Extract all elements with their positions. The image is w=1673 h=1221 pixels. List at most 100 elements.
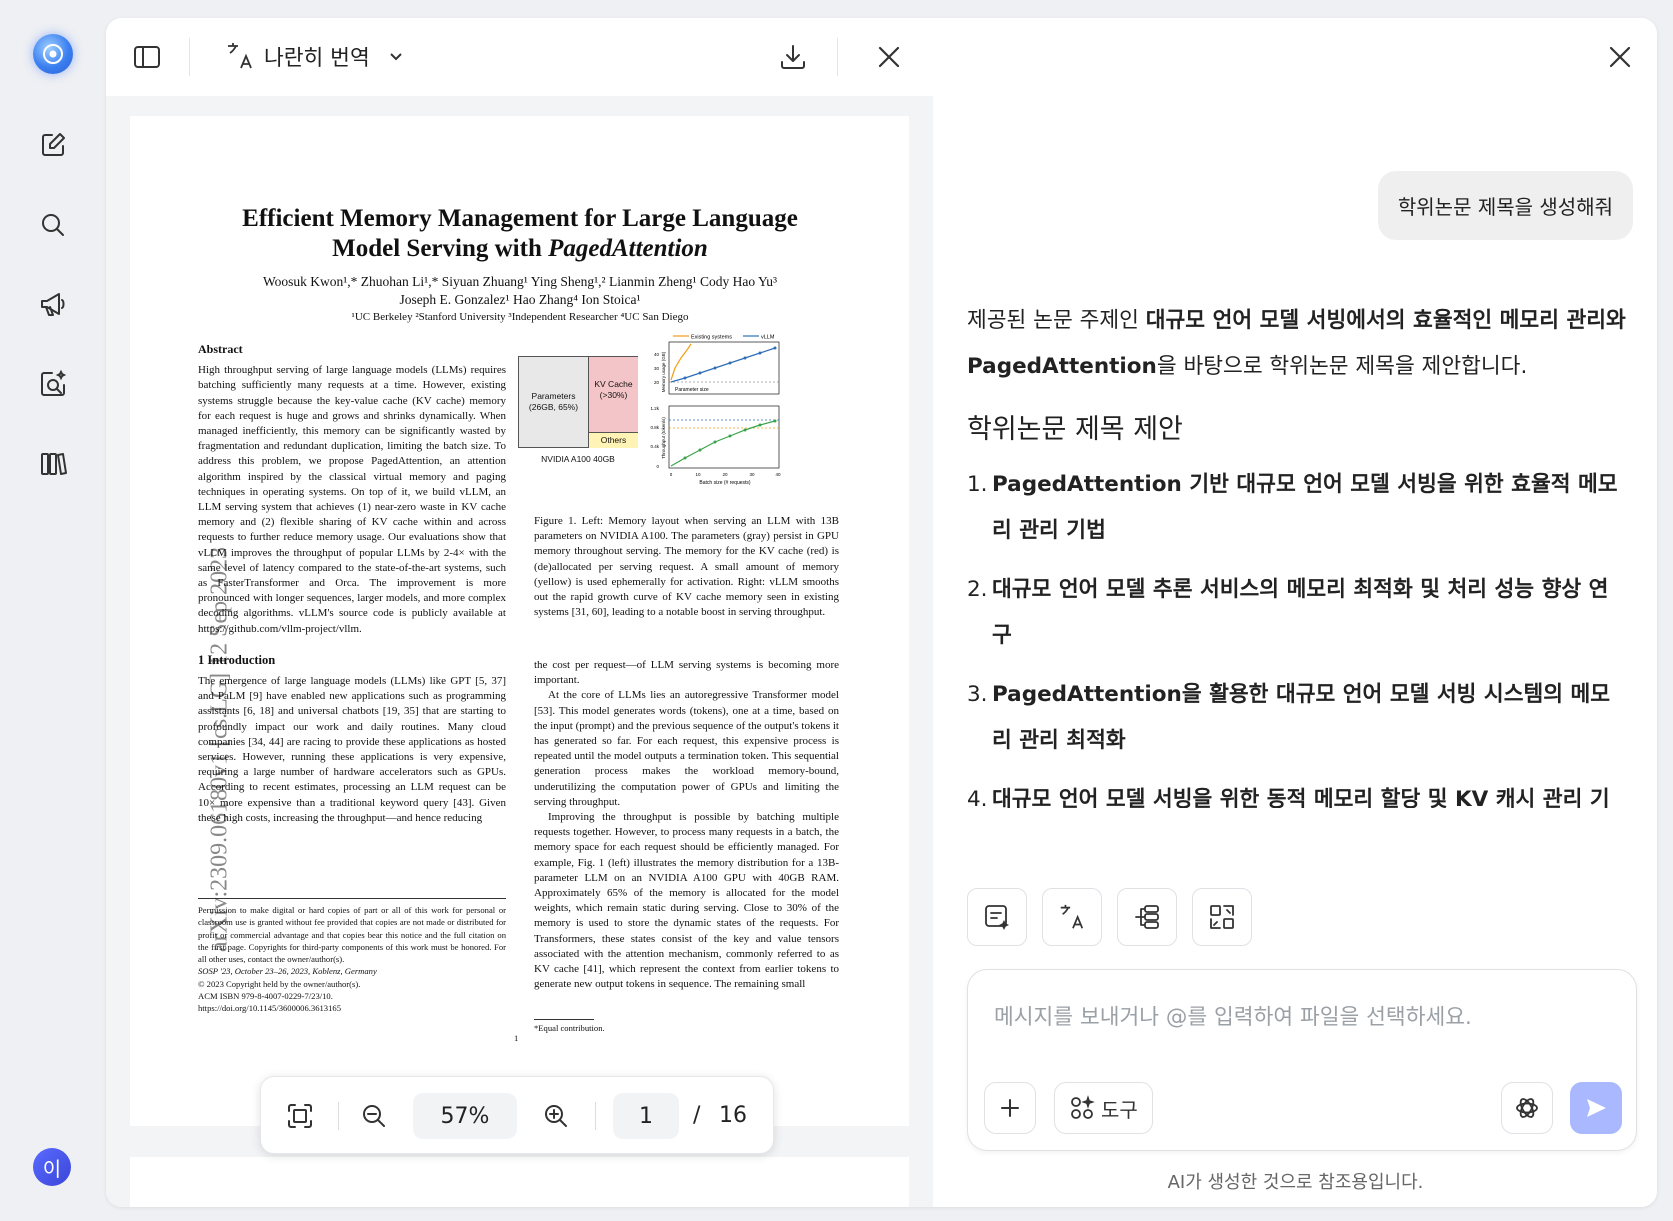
- footnote-copyright: © 2023 Copyright held by the owner/autho…: [198, 978, 361, 989]
- user-message: 학위논문 제목을 생성해줘: [1377, 171, 1633, 240]
- x-tick-1: 10: [695, 472, 701, 477]
- left-column: Abstract High throughput serving of larg…: [198, 342, 506, 826]
- list-item-number: 2.: [967, 577, 988, 602]
- pdf-page-2-preview: [130, 1157, 909, 1207]
- close-viewer-icon[interactable]: [876, 44, 902, 70]
- authors-line1: Woosuk Kwon¹,* Zhuohan Li¹,* Siyuan Zhua…: [262, 274, 778, 289]
- right-column: the cost per request—of LLM serving syst…: [534, 658, 839, 992]
- answer-intro: 제공된 논문 주제인 대규모 언어 모델 서빙에서의 효율적인 메모리 관리와 …: [967, 298, 1627, 390]
- footnote-permission: Permission to make digital or hard copie…: [198, 905, 506, 965]
- viewer-header: 나란히 번역: [106, 18, 933, 96]
- list-item: 2. 대규모 언어 모델 추론 서비스의 메모리 최적화 및 처리 성능 향상 연…: [967, 567, 1627, 659]
- summarize-icon: [985, 905, 1010, 931]
- translate-icon: [1060, 904, 1084, 929]
- x-tick-0: 0: [670, 472, 673, 477]
- y-tick-top-2: 20: [654, 380, 660, 385]
- authors-line2: Joseph E. Gonzalez¹ Hao Zhang⁴ Ion Stoic…: [399, 292, 641, 307]
- right-col-text2: At the core of LLMs lies an autoregressi…: [534, 689, 839, 808]
- page-input[interactable]: 1: [613, 1093, 679, 1139]
- image-search-icon[interactable]: [33, 364, 73, 404]
- plus-icon: [1001, 1099, 1019, 1117]
- app-sidebar: 이: [0, 0, 105, 1221]
- list-item-text: 대규모 언어 모델 추론 서비스의 메모리 최적화 및 처리 성능 향상 연구: [992, 577, 1609, 648]
- y-tick-top-1: 30: [654, 366, 660, 371]
- total-pages: 16: [719, 1103, 747, 1128]
- pdf-viewer: 나란히 번역 Efficient Memory Management for L…: [106, 18, 933, 1207]
- y-tick-bottom-3: 0: [656, 464, 659, 469]
- pdf-page: Efficient Memory Management for Large La…: [130, 116, 909, 1126]
- figure-line-charts: Existing systems vLLM 40 30 20 Memory us…: [650, 335, 781, 487]
- list-item: 1. PagedAttention 기반 대규모 언어 모델 서빙을 위한 효율적…: [967, 462, 1627, 554]
- parameter-size-label: Parameter size: [675, 387, 709, 393]
- right-col-text1: the cost per request—of LLM serving syst…: [534, 659, 839, 687]
- compare-tool-button[interactable]: [1192, 888, 1252, 946]
- translate-tool-button[interactable]: [1042, 888, 1102, 946]
- paper-title-line2-italic: PagedAttention: [548, 235, 708, 262]
- megaphone-icon[interactable]: [33, 284, 73, 324]
- footnote-rule: [198, 898, 506, 899]
- list-item-text: PagedAttention을 활용한 대규모 언어 모델 서빙 시스템의 메모…: [992, 682, 1611, 753]
- paper-title: Efficient Memory Management for Large La…: [200, 204, 840, 264]
- summarize-tool-button[interactable]: [967, 888, 1027, 946]
- intro-text: The emergence of large language models (…: [198, 675, 506, 824]
- translate-mode-dropdown[interactable]: 나란히 번역: [224, 40, 406, 72]
- avatar-label: 이: [42, 1156, 62, 1181]
- disclaimer: AI가 생성한 것으로 참조용입니다.: [1167, 1172, 1424, 1193]
- compare-icon: [1210, 905, 1234, 929]
- translate-icon: [228, 43, 252, 69]
- answer-heading: 학위논문 제목 제안: [967, 414, 1183, 445]
- toggle-sidebar-icon[interactable]: [132, 42, 162, 72]
- list-item: 3. PagedAttention을 활용한 대규모 언어 모델 서빙 시스템의 …: [967, 672, 1627, 764]
- divider: [837, 38, 838, 76]
- new-chat-icon[interactable]: [33, 125, 73, 165]
- avatar[interactable]: 이: [33, 1148, 71, 1186]
- list-item-number: 1.: [967, 472, 988, 497]
- message-input[interactable]: 메시지를 보내거나 @를 입력하여 파일을 선택하세요.: [994, 1000, 1472, 1031]
- x-tick-3: 30: [749, 472, 755, 477]
- intro-heading: 1 Introduction: [198, 652, 276, 667]
- tools-button[interactable]: 도구: [1054, 1082, 1153, 1134]
- send-button[interactable]: [1570, 1082, 1622, 1134]
- zoom-in-icon[interactable]: [543, 1103, 569, 1129]
- pdf-scroll-area[interactable]: Efficient Memory Management for Large La…: [106, 96, 933, 1207]
- mindmap-tool-button[interactable]: [1117, 888, 1177, 946]
- answer-intro-part1: 제공된 논문 주제인: [967, 308, 1146, 333]
- figure-gpu-label: NVIDIA A100 40GB: [541, 454, 615, 464]
- zoom-toolbar: 57% 1 / 16: [260, 1076, 774, 1154]
- figure-params-block: Parameters (26GB, 65%) KV Cache (>30%) O…: [518, 356, 638, 448]
- equal-contribution-note: *Equal contribution.: [534, 1023, 605, 1033]
- legend-vllm-label: vLLM: [761, 335, 775, 341]
- throughput-axis-label: Throughput (token/s): [661, 417, 666, 459]
- chevron-down-icon: [390, 53, 402, 61]
- footnote-doi: https://doi.org/10.1145/3600006.3613165: [198, 1003, 341, 1014]
- figure-others-label: Others: [588, 432, 638, 448]
- model-select-button[interactable]: [1501, 1082, 1553, 1134]
- vllm-memory-points: [683, 346, 777, 380]
- logo-icon[interactable]: [33, 34, 73, 74]
- x-tick-4: 40: [775, 472, 781, 477]
- divider: [338, 1102, 339, 1130]
- equal-footnote-rule: [534, 1019, 594, 1020]
- divider: [595, 1102, 596, 1130]
- main-panel: 나란히 번역 Efficient Memory Management for L…: [106, 18, 1657, 1207]
- chat-panel: 학위논문 제목을 생성해줘 제공된 논문 주제인 대규모 언어 모델 서빙에서의…: [934, 18, 1657, 1207]
- mindmap-icon: [1135, 905, 1159, 929]
- library-icon[interactable]: [33, 443, 73, 483]
- list-item-number: 3.: [967, 682, 988, 707]
- zoom-level[interactable]: 57%: [413, 1093, 517, 1139]
- fit-page-icon[interactable]: [285, 1101, 315, 1131]
- attach-button[interactable]: [984, 1082, 1036, 1134]
- close-chat-icon[interactable]: [1607, 44, 1633, 70]
- zoom-out-icon[interactable]: [361, 1103, 387, 1129]
- abstract-heading: Abstract: [198, 342, 243, 356]
- x-tick-2: 20: [722, 472, 728, 477]
- abstract-text: High throughput serving of large languag…: [198, 364, 506, 635]
- tools-icon: [1071, 1095, 1095, 1119]
- assistant-answer: 제공된 논문 주제인 대규모 언어 모델 서빙에서의 효율적인 메모리 관리와 …: [967, 298, 1627, 882]
- paper-authors: Woosuk Kwon¹,* Zhuohan Li¹,* Siyuan Zhua…: [190, 273, 850, 309]
- y-tick-bottom-0: 1.2k: [650, 406, 659, 411]
- divider: [189, 38, 190, 76]
- tools-label: 도구: [1101, 1097, 1138, 1122]
- search-icon[interactable]: [33, 205, 73, 245]
- download-icon[interactable]: [778, 42, 808, 72]
